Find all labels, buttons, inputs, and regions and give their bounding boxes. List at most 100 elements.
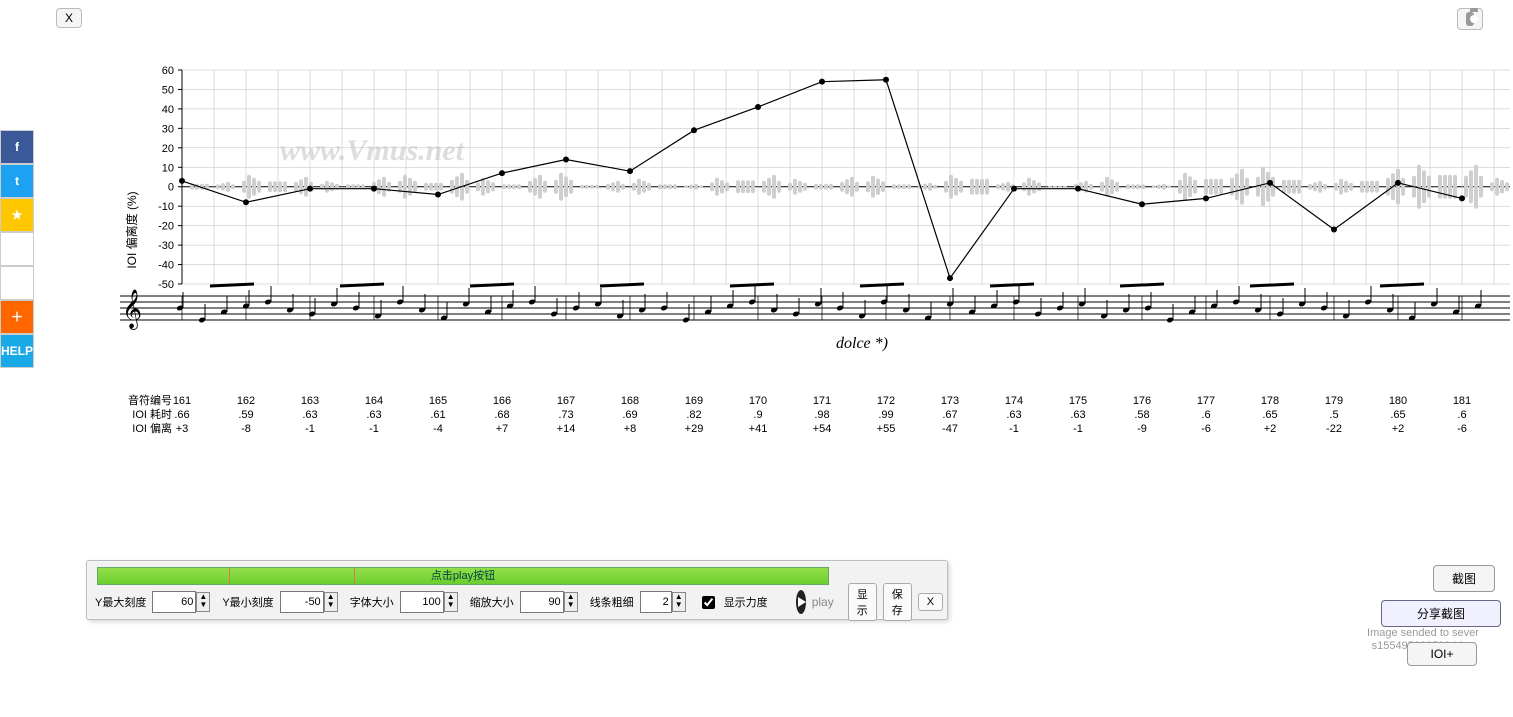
svg-text:164: 164 <box>365 395 383 407</box>
svg-text:30: 30 <box>162 123 174 135</box>
ymax-input[interactable] <box>152 591 196 613</box>
svg-text:178: 178 <box>1261 395 1279 407</box>
svg-text:+14: +14 <box>557 423 576 435</box>
panel-close-button[interactable]: X <box>918 593 943 611</box>
zoom-input[interactable] <box>520 591 564 613</box>
svg-text:.61: .61 <box>430 409 445 421</box>
svg-text:-20: -20 <box>158 221 174 233</box>
progress-bar[interactable]: 点击play按钮 <box>97 567 829 585</box>
ymin-input[interactable] <box>280 591 324 613</box>
svg-text:167: 167 <box>557 395 575 407</box>
linewidth-input[interactable] <box>640 591 672 613</box>
weibo-icon[interactable]: ◉ <box>0 232 34 266</box>
capture-button[interactable]: 截图 <box>1433 565 1495 592</box>
show-button[interactable]: 显示 <box>848 583 877 621</box>
svg-text:176: 176 <box>1133 395 1151 407</box>
svg-text:+8: +8 <box>624 423 637 435</box>
svg-text:162: 162 <box>237 395 255 407</box>
show-dynamics-checkbox[interactable] <box>702 596 715 609</box>
font-input[interactable] <box>400 591 444 613</box>
svg-text:168: 168 <box>621 395 639 407</box>
svg-text:-22: -22 <box>1326 423 1342 435</box>
svg-text:.6: .6 <box>1201 409 1210 421</box>
controls-panel: 点击play按钮 Y最大刻度 Y最小刻度 字体大小 缩放大小 线条粗细 显示力度… <box>86 560 948 620</box>
svg-text:+2: +2 <box>1392 423 1405 435</box>
zoom-stepper[interactable] <box>564 592 578 612</box>
svg-text:+41: +41 <box>749 423 768 435</box>
svg-text:𝄞: 𝄞 <box>122 290 142 330</box>
svg-text:172: 172 <box>877 395 895 407</box>
twitter-icon[interactable]: t <box>0 164 34 198</box>
svg-text:+7: +7 <box>496 423 509 435</box>
ymax-label: Y最大刻度 <box>95 594 146 610</box>
font-stepper[interactable] <box>444 592 458 612</box>
svg-text:169: 169 <box>685 395 703 407</box>
addthis-icon[interactable]: ＋ <box>0 300 34 334</box>
svg-text:.59: .59 <box>238 409 253 421</box>
svg-text:181: 181 <box>1453 395 1471 407</box>
svg-text:-6: -6 <box>1457 423 1467 435</box>
svg-text:20: 20 <box>162 143 174 155</box>
svg-text:40: 40 <box>162 104 174 116</box>
svg-text:165: 165 <box>429 395 447 407</box>
linewidth-stepper[interactable] <box>672 592 686 612</box>
share-capture-button[interactable]: 分享截图 <box>1381 600 1501 627</box>
svg-text:+54: +54 <box>813 423 832 435</box>
progress-bar-label: 点击play按钮 <box>431 570 495 582</box>
svg-text:-47: -47 <box>942 423 958 435</box>
svg-text:10: 10 <box>162 162 174 174</box>
svg-text:.63: .63 <box>1006 409 1021 421</box>
svg-text:.66: .66 <box>174 409 189 421</box>
svg-text:175: 175 <box>1069 395 1087 407</box>
svg-text:IOI 耗时: IOI 耗时 <box>132 408 172 421</box>
progress-tick <box>229 568 230 584</box>
svg-text:.63: .63 <box>1070 409 1085 421</box>
svg-text:0: 0 <box>168 182 174 194</box>
facebook-icon[interactable]: f <box>0 130 34 164</box>
svg-text:.65: .65 <box>1390 409 1405 421</box>
zoom-label: 缩放大小 <box>470 594 514 610</box>
svg-text:-1: -1 <box>1009 423 1019 435</box>
svg-text:.6: .6 <box>1457 409 1466 421</box>
ymax-stepper[interactable] <box>196 592 210 612</box>
svg-text:.98: .98 <box>814 409 829 421</box>
svg-text:.99: .99 <box>878 409 893 421</box>
svg-text:.82: .82 <box>686 409 701 421</box>
save-button[interactable]: 保存 <box>883 583 912 621</box>
svg-text:170: 170 <box>749 395 767 407</box>
svg-text:-50: -50 <box>158 279 174 291</box>
camera-icon <box>1466 12 1474 26</box>
svg-text:音符编号: 音符编号 <box>128 393 172 407</box>
svg-text:-1: -1 <box>305 423 315 435</box>
ymin-stepper[interactable] <box>324 592 338 612</box>
ioi-plus-button[interactable]: IOI+ <box>1407 642 1477 666</box>
linewidth-label: 线条粗细 <box>590 594 634 610</box>
svg-text:-1: -1 <box>1073 423 1083 435</box>
svg-text:+3: +3 <box>176 423 189 435</box>
svg-text:.58: .58 <box>1134 409 1149 421</box>
play-button[interactable] <box>796 590 806 614</box>
svg-text:.67: .67 <box>942 409 957 421</box>
mail-icon[interactable]: ✉ <box>0 266 34 300</box>
camera-button[interactable] <box>1457 8 1483 30</box>
svg-text:50: 50 <box>162 84 174 96</box>
qzone-icon[interactable]: ★ <box>0 198 34 232</box>
svg-text:+29: +29 <box>685 423 704 435</box>
svg-text:-4: -4 <box>433 423 443 435</box>
svg-text:177: 177 <box>1197 395 1215 407</box>
svg-text:173: 173 <box>941 395 959 407</box>
svg-text:-9: -9 <box>1137 423 1147 435</box>
font-label: 字体大小 <box>350 594 394 610</box>
chart-svg: www.Vmus.net IOI 偏离度 (%) 6050403020100-1… <box>100 60 1513 470</box>
svg-text:+55: +55 <box>877 423 896 435</box>
social-share-bar: f t ★ ◉ ✉ ＋ HELP <box>0 130 38 368</box>
close-button[interactable]: X <box>56 8 82 28</box>
help-icon[interactable]: HELP <box>0 334 34 368</box>
svg-text:163: 163 <box>301 395 319 407</box>
score-annotation: dolce *) <box>836 335 888 352</box>
svg-text:.5: .5 <box>1329 409 1338 421</box>
svg-text:.69: .69 <box>622 409 637 421</box>
svg-text:.63: .63 <box>302 409 317 421</box>
progress-tick <box>354 568 355 584</box>
svg-text:.63: .63 <box>366 409 381 421</box>
